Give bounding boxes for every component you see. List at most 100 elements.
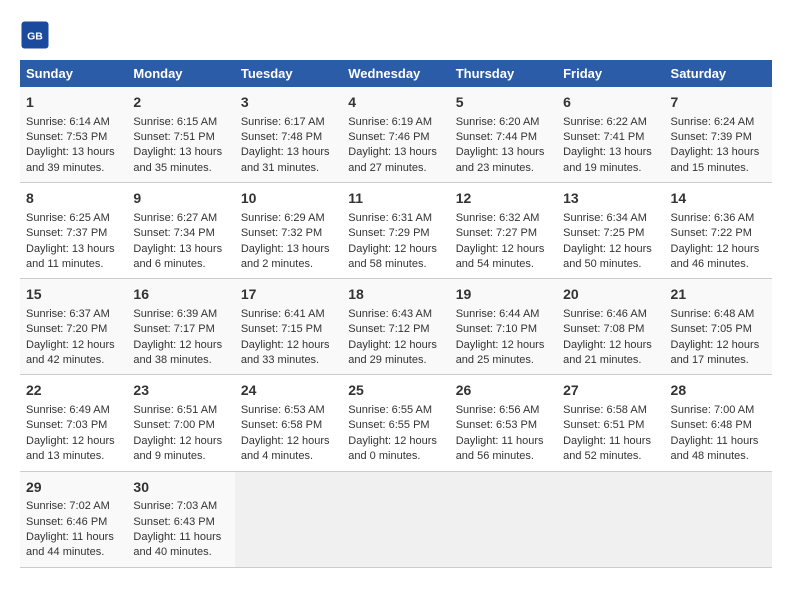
sunset-text: Sunset: 6:55 PM	[348, 419, 429, 431]
calendar-cell: 29 Sunrise: 7:02 AM Sunset: 6:46 PM Dayligh…	[20, 471, 127, 567]
daylight-text: Daylight: 13 hours and 19 minutes.	[563, 146, 652, 173]
header-monday: Monday	[127, 60, 234, 87]
daylight-text: Daylight: 13 hours and 27 minutes.	[348, 146, 437, 173]
calendar-cell: 14Sunrise: 6:36 AMSunset: 7:22 PMDayligh…	[665, 183, 772, 279]
daylight-text: Daylight: 12 hours and 54 minutes.	[456, 243, 545, 270]
sunrise-text: Sunrise: 7:00 AM	[671, 404, 755, 416]
sunset-text: Sunset: 7:00 PM	[133, 419, 214, 431]
calendar-cell: 21Sunrise: 6:48 AMSunset: 7:05 PMDayligh…	[665, 279, 772, 375]
day-number: 30	[133, 478, 228, 498]
calendar-cell: 13Sunrise: 6:34 AMSunset: 7:25 PMDayligh…	[557, 183, 664, 279]
sunrise-text: Sunrise: 6:24 AM	[671, 116, 755, 128]
day-number: 29	[26, 478, 121, 498]
calendar-cell: 16Sunrise: 6:39 AMSunset: 7:17 PMDayligh…	[127, 279, 234, 375]
sunset-text: Sunset: 7:34 PM	[133, 227, 214, 239]
sunset-text: Sunset: 7:44 PM	[456, 131, 537, 143]
calendar-week-2: 8Sunrise: 6:25 AMSunset: 7:37 PMDaylight…	[20, 183, 772, 279]
sunrise-text: Sunrise: 6:32 AM	[456, 212, 540, 224]
sunrise-text: Sunrise: 6:22 AM	[563, 116, 647, 128]
header-tuesday: Tuesday	[235, 60, 342, 87]
calendar-cell: 1Sunrise: 6:14 AMSunset: 7:53 PMDaylight…	[20, 87, 127, 183]
day-number: 6	[563, 93, 658, 113]
calendar-cell: 11Sunrise: 6:31 AMSunset: 7:29 PMDayligh…	[342, 183, 449, 279]
sunset-text: Sunset: 6:53 PM	[456, 419, 537, 431]
calendar-week-4: 22Sunrise: 6:49 AMSunset: 7:03 PMDayligh…	[20, 375, 772, 471]
calendar-cell: 8Sunrise: 6:25 AMSunset: 7:37 PMDaylight…	[20, 183, 127, 279]
calendar-cell: 23Sunrise: 6:51 AMSunset: 7:00 PMDayligh…	[127, 375, 234, 471]
day-number: 15	[26, 285, 121, 305]
calendar-cell: 26Sunrise: 6:56 AMSunset: 6:53 PMDayligh…	[450, 375, 557, 471]
day-number: 22	[26, 381, 121, 401]
calendar-cell	[235, 471, 342, 567]
header-thursday: Thursday	[450, 60, 557, 87]
daylight-text: Daylight: 12 hours and 50 minutes.	[563, 243, 652, 270]
calendar-week-3: 15Sunrise: 6:37 AMSunset: 7:20 PMDayligh…	[20, 279, 772, 375]
sunrise-text: Sunrise: 6:29 AM	[241, 212, 325, 224]
sunset-text: Sunset: 7:10 PM	[456, 323, 537, 335]
sunset-text: Sunset: 6:46 PM	[26, 516, 107, 528]
sunrise-text: Sunrise: 6:48 AM	[671, 308, 755, 320]
calendar-cell: 20Sunrise: 6:46 AMSunset: 7:08 PMDayligh…	[557, 279, 664, 375]
sunset-text: Sunset: 7:22 PM	[671, 227, 752, 239]
sunset-text: Sunset: 7:29 PM	[348, 227, 429, 239]
sunset-text: Sunset: 7:32 PM	[241, 227, 322, 239]
sunrise-text: Sunrise: 6:27 AM	[133, 212, 217, 224]
daylight-text: Daylight: 12 hours and 38 minutes.	[133, 339, 222, 366]
day-number: 12	[456, 189, 551, 209]
calendar-cell: 5Sunrise: 6:20 AMSunset: 7:44 PMDaylight…	[450, 87, 557, 183]
daylight-text: Daylight: 11 hours and 52 minutes.	[563, 435, 651, 462]
daylight-text: Daylight: 11 hours and 44 minutes.	[26, 531, 114, 558]
daylight-text: Daylight: 13 hours and 15 minutes.	[671, 146, 760, 173]
calendar-cell: 3Sunrise: 6:17 AMSunset: 7:48 PMDaylight…	[235, 87, 342, 183]
sunrise-text: Sunrise: 6:20 AM	[456, 116, 540, 128]
sunset-text: Sunset: 6:58 PM	[241, 419, 322, 431]
day-number: 1	[26, 93, 121, 113]
sunset-text: Sunset: 7:46 PM	[348, 131, 429, 143]
daylight-text: Daylight: 13 hours and 6 minutes.	[133, 243, 222, 270]
calendar-cell: 24Sunrise: 6:53 AMSunset: 6:58 PMDayligh…	[235, 375, 342, 471]
sunrise-text: Sunrise: 6:25 AM	[26, 212, 110, 224]
daylight-text: Daylight: 12 hours and 46 minutes.	[671, 243, 760, 270]
logo: GB	[20, 20, 54, 50]
sunset-text: Sunset: 7:08 PM	[563, 323, 644, 335]
calendar-cell: 7Sunrise: 6:24 AMSunset: 7:39 PMDaylight…	[665, 87, 772, 183]
sunset-text: Sunset: 7:25 PM	[563, 227, 644, 239]
sunrise-text: Sunrise: 6:31 AM	[348, 212, 432, 224]
sunrise-text: Sunrise: 6:34 AM	[563, 212, 647, 224]
sunrise-text: Sunrise: 6:44 AM	[456, 308, 540, 320]
sunrise-text: Sunrise: 6:46 AM	[563, 308, 647, 320]
day-number: 9	[133, 189, 228, 209]
calendar-cell: 28Sunrise: 7:00 AMSunset: 6:48 PMDayligh…	[665, 375, 772, 471]
logo-icon: GB	[20, 20, 50, 50]
sunrise-text: Sunrise: 6:41 AM	[241, 308, 325, 320]
day-number: 21	[671, 285, 766, 305]
calendar-cell: 10Sunrise: 6:29 AMSunset: 7:32 PMDayligh…	[235, 183, 342, 279]
sunrise-text: Sunrise: 6:53 AM	[241, 404, 325, 416]
calendar-cell: 12Sunrise: 6:32 AMSunset: 7:27 PMDayligh…	[450, 183, 557, 279]
calendar-week-1: 1Sunrise: 6:14 AMSunset: 7:53 PMDaylight…	[20, 87, 772, 183]
day-number: 28	[671, 381, 766, 401]
day-number: 16	[133, 285, 228, 305]
header-wednesday: Wednesday	[342, 60, 449, 87]
daylight-text: Daylight: 12 hours and 42 minutes.	[26, 339, 115, 366]
daylight-text: Daylight: 12 hours and 0 minutes.	[348, 435, 437, 462]
sunset-text: Sunset: 7:41 PM	[563, 131, 644, 143]
calendar-cell: 27Sunrise: 6:58 AMSunset: 6:51 PMDayligh…	[557, 375, 664, 471]
sunset-text: Sunset: 7:53 PM	[26, 131, 107, 143]
day-number: 11	[348, 189, 443, 209]
daylight-text: Daylight: 12 hours and 17 minutes.	[671, 339, 760, 366]
calendar-header-row: SundayMondayTuesdayWednesdayThursdayFrid…	[20, 60, 772, 87]
calendar-table: SundayMondayTuesdayWednesdayThursdayFrid…	[20, 60, 772, 568]
daylight-text: Daylight: 13 hours and 39 minutes.	[26, 146, 115, 173]
daylight-text: Daylight: 12 hours and 4 minutes.	[241, 435, 330, 462]
sunset-text: Sunset: 6:43 PM	[133, 516, 214, 528]
calendar-cell: 6 Sunrise: 6:22 AM Sunset: 7:41 PM Daylight…	[557, 87, 664, 183]
day-number: 14	[671, 189, 766, 209]
sunrise-text: Sunrise: 6:51 AM	[133, 404, 217, 416]
sunrise-text: Sunrise: 6:17 AM	[241, 116, 325, 128]
sunrise-text: Sunrise: 7:02 AM	[26, 500, 110, 512]
sunrise-text: Sunrise: 6:56 AM	[456, 404, 540, 416]
sunrise-text: Sunrise: 6:58 AM	[563, 404, 647, 416]
daylight-text: Daylight: 13 hours and 35 minutes.	[133, 146, 222, 173]
day-number: 3	[241, 93, 336, 113]
